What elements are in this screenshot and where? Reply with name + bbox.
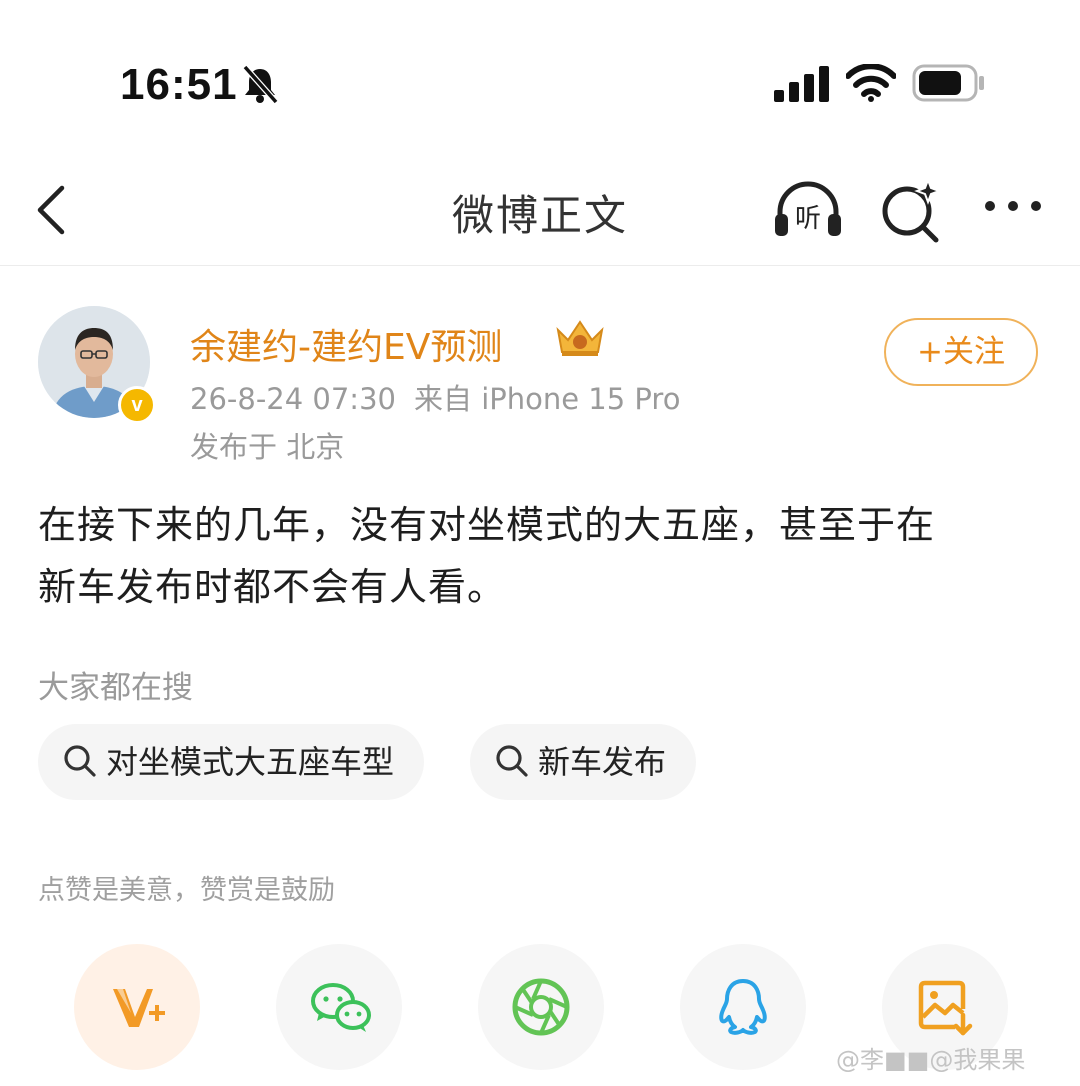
wechat-share-button[interactable] [276,944,402,1070]
status-bar: 16:51 [0,0,1080,150]
ai-search-button[interactable] [878,174,944,250]
search-section-title: 大家都在搜 [38,670,193,706]
signal-icon [774,66,829,102]
bell-mute-icon [242,65,279,104]
search-chip[interactable]: 新车发布 [470,724,697,800]
post-header: v 余建约-建约EV预测 26-8-24 07:30 来自 iPhone 15 P… [0,300,1080,470]
listen-button[interactable]: 听 [770,174,846,250]
more-icon [985,201,1041,211]
more-button[interactable] [980,190,1046,230]
save-image-icon [918,980,973,1036]
vplus-icon [113,989,165,1027]
moments-share-button[interactable] [478,944,604,1070]
post-body-line: 在接下来的几年，没有对坐模式的大五座，甚至于在 [38,503,936,547]
crown-icon [556,320,604,356]
qq-icon [719,979,767,1035]
post-location: 发布于 北京 [190,430,345,464]
moments-icon [512,978,570,1036]
ai-search-icon [882,177,942,243]
vplus-button[interactable] [74,944,200,1070]
search-icon [64,745,96,777]
search-icon [496,745,528,777]
search-chip[interactable]: 对坐模式大五座车型 [38,724,425,800]
search-chip-label: 新车发布 [538,743,667,781]
search-chip-label: 对坐模式大五座车型 [106,743,395,781]
watermark: @李■■@我果果 [836,1046,1026,1074]
post-time: 26-8-24 07:30 [190,382,396,416]
battery-icon [912,64,984,102]
wechat-icon [311,983,371,1032]
qq-share-button[interactable] [680,944,806,1070]
nav-bar: 微博正文 听 [0,160,1080,266]
post-body-line: 新车发布时都不会有人看。 [38,565,507,609]
follow-button[interactable]: +关注 [884,318,1038,386]
author-name[interactable]: 余建约-建约EV预测 [190,318,502,370]
listen-icon: 听 [775,181,841,236]
post-source: 来自 iPhone 15 Pro [413,382,681,416]
status-time: 16:51 [120,60,238,109]
reward-title: 点赞是美意，赞赏是鼓励 [38,875,335,906]
post-meta: 26-8-24 07:30 来自 iPhone 15 Pro [190,376,698,418]
verified-badge: v [118,386,156,424]
wifi-icon [846,64,896,102]
post-body: 在接下来的几年，没有对坐模式的大五座，甚至于在 新车发布时都不会有人看。 [38,494,1048,618]
listen-label: 听 [795,204,821,234]
